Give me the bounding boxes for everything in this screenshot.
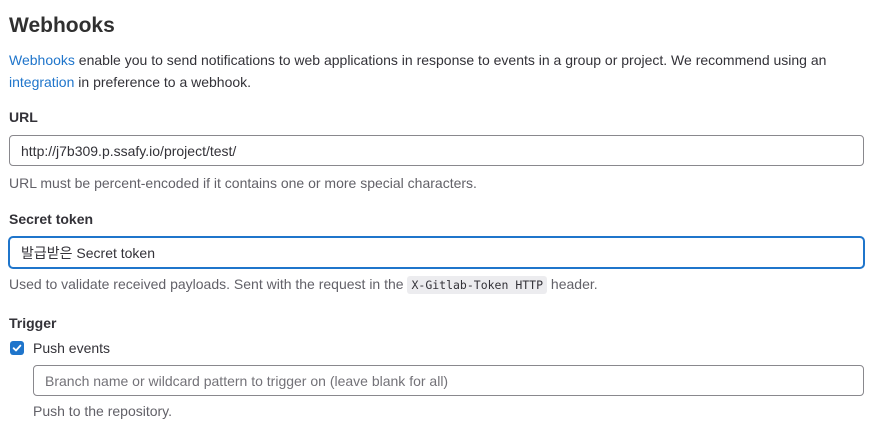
webhooks-description: Webhooks enable you to send notification… [9,49,859,93]
checkmark-icon [12,344,22,352]
webhooks-docs-link[interactable]: Webhooks [9,52,75,68]
push-events-branch-filter-input[interactable] [33,365,864,396]
push-events-help-text: Push to the repository. [33,403,173,419]
url-label: URL [9,109,38,125]
integration-link[interactable]: integration [9,74,74,90]
header-name-code: X-Gitlab-Token HTTP [407,276,548,294]
webhooks-settings-page: Webhooks Webhooks enable you to send not… [0,0,876,428]
secret-token-help-after: header. [547,276,598,292]
description-text-1: enable you to send notifications to web … [74,52,827,68]
url-help-text: URL must be percent-encoded if it contai… [9,175,477,191]
url-input[interactable] [9,135,864,166]
trigger-label: Trigger [9,315,57,331]
description-text-2: in preference to a webhook. [74,74,252,90]
secret-token-input[interactable] [9,237,864,268]
secret-token-help-before: Used to validate received payloads. Sent… [9,276,408,292]
page-title: Webhooks [9,14,115,37]
push-events-label[interactable]: Push events [33,339,110,357]
secret-token-label: Secret token [9,211,94,227]
secret-token-help-text: Used to validate received payloads. Sent… [9,275,598,294]
push-events-checkbox[interactable] [10,341,24,355]
